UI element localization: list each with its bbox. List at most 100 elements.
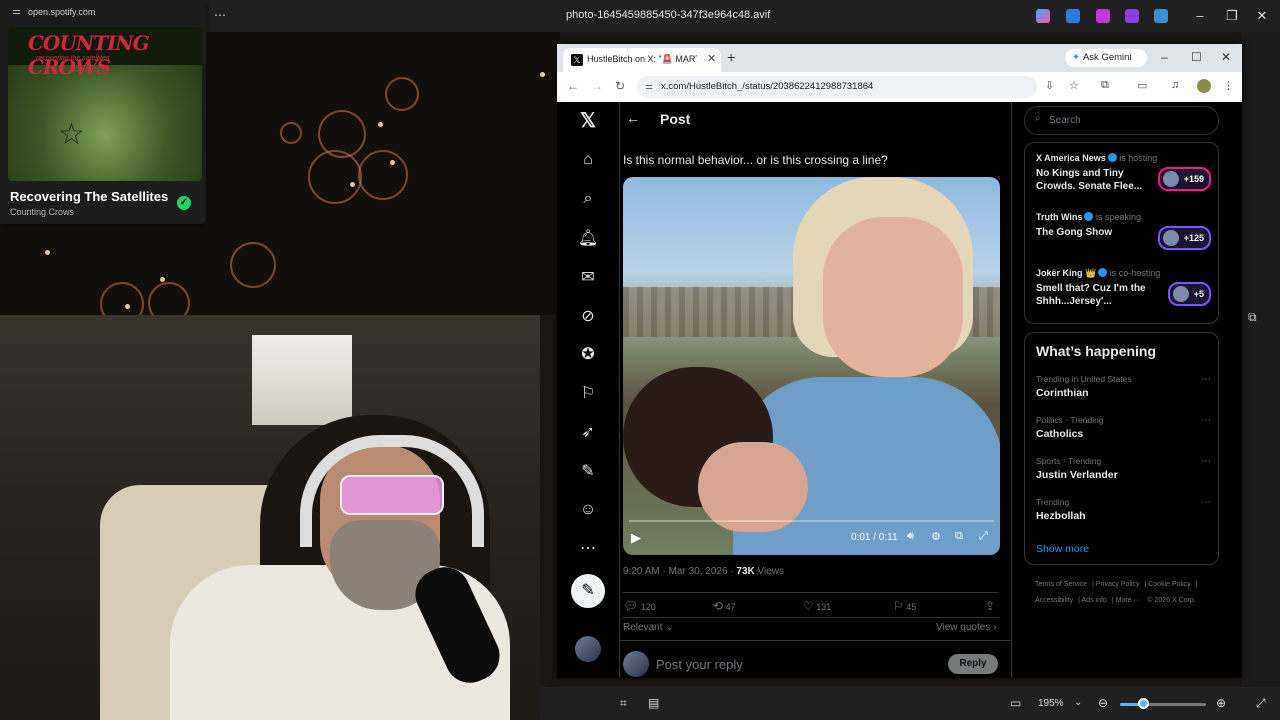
browser-close-icon[interactable]: ✕ [1221,50,1231,64]
reply-action[interactable]: 💬︎ 120 [623,599,656,613]
fit-to-window-icon[interactable]: ▭ [1010,696,1021,710]
reload-icon[interactable]: ↻ [615,79,625,93]
space-item[interactable]: Jokër King 👑 is co-hosting Smell that? C… [1036,268,1211,318]
zoom-out-icon[interactable]: ⊖ [1098,696,1108,710]
compose-post-button[interactable]: ✎ [571,574,605,608]
fullscreen-icon[interactable]: ⤢ [979,530,988,543]
tweet-timestamp[interactable]: 9:20 AM · Mar 30, 2026 · [623,566,736,577]
visual-search-icon[interactable]: ⌗ [620,696,627,711]
edit-app-icon[interactable] [1066,9,1080,23]
designer-icon[interactable] [1125,9,1139,23]
account-avatar[interactable] [575,636,601,662]
close-icon[interactable]: ✕ [1252,6,1272,26]
play-icon[interactable]: ▶ [631,530,641,546]
picture-in-picture-icon[interactable]: ⧉ [955,530,963,543]
back-icon[interactable]: ← [567,79,579,93]
track-artist[interactable]: Counting Crows [10,207,74,217]
premium-verified-icon[interactable]: ✪ [577,344,599,366]
restore-icon[interactable]: ⧉ [1248,310,1257,325]
more-icon[interactable]: ⋯ [214,8,226,22]
trend-item[interactable]: Politics · Trending Catholics ⋯ [1036,415,1211,451]
footer-link[interactable]: More ··· [1116,597,1141,604]
reply-sort-dropdown[interactable]: Relevant ⌄ [623,622,674,633]
saved-check-icon[interactable]: ✓ [177,196,191,210]
reply-button[interactable]: Reply [948,654,998,674]
footer-link[interactable]: Ads info [1082,597,1107,604]
site-settings-icon[interactable]: ⚌ [12,6,21,17]
omnibox[interactable]: ⚌ x.com/HustleBitch_/status/203862241298… [637,76,1037,98]
restore-icon[interactable]: ❐ [1222,6,1242,26]
browser-maximize-icon[interactable]: ☐ [1191,50,1202,64]
like-action[interactable]: ♡ 131 [803,599,831,613]
text-extract-icon[interactable]: ▤ [648,696,659,710]
browser-menu-icon[interactable]: ⋮ [1223,79,1234,92]
trend-more-icon[interactable]: ⋯ [1201,497,1211,508]
trend-item[interactable]: Trending Hezbollah ⋯ [1036,497,1211,533]
messages-mail-icon[interactable]: ✉ [577,267,599,289]
ask-gemini-button[interactable]: ✦ Ask Gemini [1065,49,1147,67]
zoom-dropdown-icon[interactable]: ⌄ [1074,697,1082,708]
articles-edit-icon[interactable]: ✎ [577,461,599,483]
footer-link[interactable]: Accessibility [1035,597,1073,604]
zoom-in-icon[interactable]: ⊕ [1216,696,1226,710]
tweet-video[interactable]: ▶ 0:01 / 0:11 🔊︎ ⚙ ⧉ ⤢ [623,177,1000,555]
copilot-icon[interactable] [1036,9,1050,23]
space-listeners-pill[interactable]: +5 [1167,282,1211,306]
bookmark-star-icon[interactable]: ☆ [1069,79,1079,92]
reply-input[interactable]: Post your reply [656,657,743,672]
more-circle-icon[interactable]: ⋯ [577,538,599,560]
repost-action[interactable]: ⟲ 47 [713,599,736,613]
full-screen-icon[interactable]: ⤢ [1256,696,1266,711]
media-controls-icon[interactable]: ♫ [1171,79,1179,91]
browser-minimize-icon[interactable]: – [1161,50,1168,64]
video-progress-bar[interactable] [629,520,994,522]
trend-more-icon[interactable]: ⋯ [1201,415,1211,426]
trend-item[interactable]: Trending in United States Corinthian ⋯ [1036,374,1211,410]
volume-icon[interactable]: 🔊︎ [907,530,914,543]
home-icon[interactable]: ⌂ [577,149,599,171]
bookmark-action[interactable]: ⚐ 45 [893,599,916,613]
url-text[interactable]: x.com/HustleBitch_/status/20386224129887… [661,81,873,92]
video-settings-icon[interactable]: ⚙ [931,530,941,543]
trend-item[interactable]: Sports · Trending Justin Verlander ⋯ [1036,456,1211,492]
album-art: COUNTING CROWS recovering the satellites… [8,27,202,181]
trend-more-icon[interactable]: ⋯ [1201,374,1211,385]
bookmarks-icon[interactable]: ⚐ [577,383,599,405]
chevron-right-icon: › [993,622,997,633]
clipchamp-icon[interactable] [1096,9,1110,23]
zoom-level[interactable]: 195% [1038,698,1064,709]
minimize-icon[interactable]: – [1190,6,1210,26]
search-input[interactable]: ⌕ Search [1024,106,1219,135]
forward-icon[interactable]: → [591,79,603,93]
onedrive-icon[interactable] [1154,9,1168,23]
space-item[interactable]: X America News is hosting No Kings and T… [1036,153,1211,203]
space-listeners-pill[interactable]: +159 [1157,167,1211,191]
zoom-slider-thumb[interactable] [1138,698,1149,709]
repost-count: 47 [725,602,736,612]
profile-avatar[interactable] [1197,79,1211,93]
back-arrow-icon[interactable]: ← [626,110,640,126]
x-logo-icon[interactable]: 𝕏 [577,110,599,132]
space-listeners-pill[interactable]: +125 [1157,226,1211,250]
notifications-bell-icon[interactable]: 🔔︎ [577,228,599,250]
browser-tab[interactable]: 𝕏 HustleBitch on X: "🚨 MARTHA ✕ [563,48,721,72]
tab-close-icon[interactable]: ✕ [707,52,716,65]
footer-link[interactable]: Cookie Policy [1148,581,1190,588]
extensions-icon[interactable]: ⧉ [1101,79,1109,92]
space-item[interactable]: Truth Wins is speaking The Gong Show +12… [1036,212,1211,262]
jobs-rocket-icon[interactable]: ➶ [577,422,599,444]
new-tab-icon[interactable]: + [727,49,735,65]
site-info-icon[interactable]: ⚌ [645,81,653,92]
footer-link[interactable]: Terms of Service [1035,581,1087,588]
share-icon[interactable]: ⇪ [985,599,995,613]
footer-link[interactable]: Privacy Policy [1096,581,1140,588]
profile-person-icon[interactable]: ☺ [577,499,599,521]
view-quotes-link[interactable]: View quotes › [936,622,996,633]
grok-icon[interactable]: ⊘ [577,306,599,328]
trend-more-icon[interactable]: ⋯ [1201,456,1211,467]
explore-search-icon[interactable]: ⌕ [577,188,599,210]
show-more-link[interactable]: Show more [1036,543,1089,555]
install-app-icon[interactable]: ⇩ [1045,79,1054,92]
spotify-miniplayer[interactable]: ⚌ open.spotify.com COUNTING CROWS recove… [0,0,206,224]
split-view-icon[interactable]: ▭ [1137,79,1147,92]
